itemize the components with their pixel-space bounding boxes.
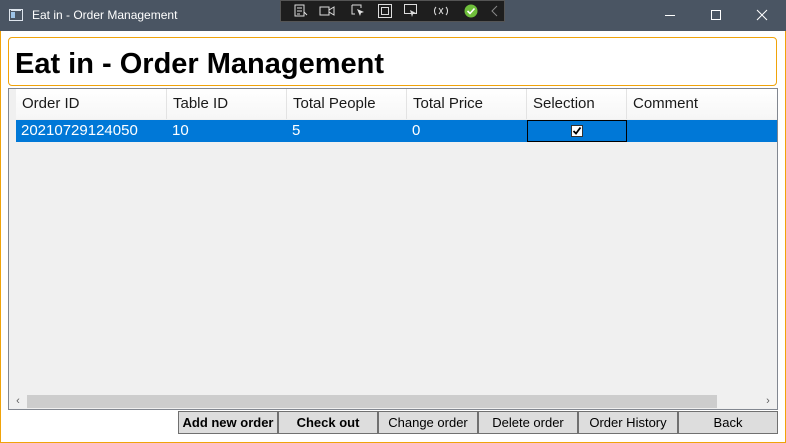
page-header: Eat in - Order Management (8, 37, 777, 86)
selection-checkbox[interactable] (571, 125, 583, 137)
client-area: Eat in - Order Management Order ID Table… (1, 31, 785, 442)
total-price-cell[interactable]: 0 (407, 120, 527, 142)
close-icon (756, 9, 768, 21)
checkmark-icon[interactable] (463, 4, 479, 18)
checkmark-icon (572, 126, 582, 135)
order-history-button[interactable]: Order History (578, 411, 678, 434)
hot-reload-icon[interactable] (433, 4, 449, 18)
scroll-left-icon[interactable]: ‹ (11, 395, 25, 408)
maximize-icon (711, 10, 721, 20)
selection-cell[interactable] (527, 120, 627, 142)
select-element-icon[interactable] (351, 4, 367, 18)
delete-order-button[interactable]: Delete order (478, 411, 578, 434)
column-header-comment[interactable]: Comment (627, 89, 777, 119)
app-window: Eat in - Order Management Eat in - Order… (0, 0, 786, 443)
live-visual-tree-icon[interactable] (293, 4, 309, 18)
grid-header: Order ID Table ID Total People Total Pri… (16, 89, 777, 119)
orders-grid[interactable]: Order ID Table ID Total People Total Pri… (8, 88, 778, 410)
display-layout-adorners-icon[interactable] (377, 4, 393, 18)
table-id-cell[interactable]: 10 (167, 120, 287, 142)
column-header-selection[interactable]: Selection (527, 89, 627, 119)
record-icon[interactable] (319, 4, 335, 18)
app-window-icon (9, 9, 23, 21)
maximize-button[interactable] (692, 0, 738, 31)
collapse-chevron-icon[interactable] (487, 4, 503, 18)
column-header-total-people[interactable]: Total People (287, 89, 407, 119)
minimize-button[interactable] (646, 0, 692, 31)
debug-toolbar (280, 0, 505, 22)
comment-cell[interactable] (627, 120, 777, 142)
window-title: Eat in - Order Management (32, 8, 178, 22)
scroll-right-icon[interactable]: › (761, 395, 775, 408)
track-focus-icon[interactable] (403, 4, 419, 18)
change-order-button[interactable]: Change order (378, 411, 478, 434)
column-header-table-id[interactable]: Table ID (167, 89, 287, 119)
horizontal-scrollbar[interactable]: ‹ › (9, 393, 777, 409)
page-title: Eat in - Order Management (15, 48, 385, 80)
total-people-cell[interactable]: 5 (287, 120, 407, 142)
table-row[interactable]: 20210729124050 10 5 0 (16, 120, 777, 142)
close-button[interactable] (739, 0, 785, 31)
scrollbar-thumb[interactable] (27, 395, 717, 408)
column-header-total-price[interactable]: Total Price (407, 89, 527, 119)
column-header-order-id[interactable]: Order ID (16, 89, 167, 119)
minimize-icon (665, 15, 675, 16)
order-id-cell[interactable]: 20210729124050 (16, 120, 167, 142)
add-new-order-button[interactable]: Add new order (178, 411, 278, 434)
check-out-button[interactable]: Check out (278, 411, 378, 434)
title-bar[interactable]: Eat in - Order Management (0, 0, 786, 31)
button-bar: Add new order Check out Change order Del… (1, 411, 785, 442)
back-button[interactable]: Back (678, 411, 778, 434)
